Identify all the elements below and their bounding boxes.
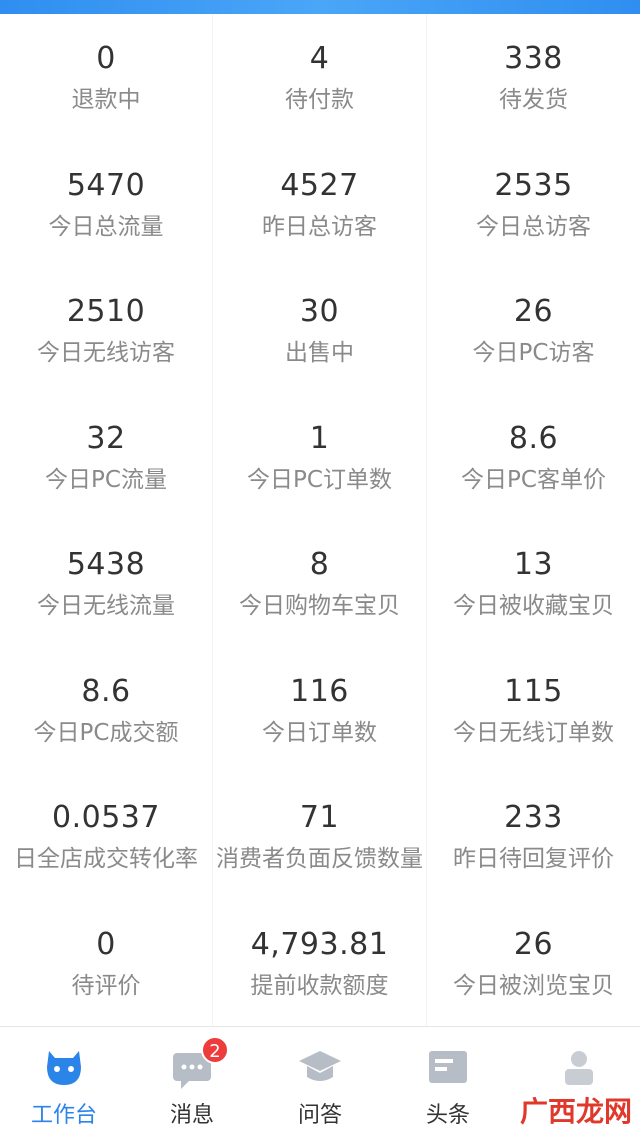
stat-label: 今日无线访客 <box>37 340 175 366</box>
stat-value: 4,793.81 <box>250 926 389 962</box>
stat-today-traffic[interactable]: 5470 今日总流量 <box>0 140 213 267</box>
stat-value: 4527 <box>280 167 359 203</box>
stat-value: 30 <box>299 294 340 329</box>
news-icon <box>425 1045 471 1091</box>
tab-messages[interactable]: 2 消息 <box>128 1027 256 1138</box>
stat-value: 5470 <box>66 167 146 203</box>
stat-label: 昨日待回复评价 <box>453 846 614 872</box>
message-icon: 2 <box>169 1036 229 1091</box>
stat-on-sale[interactable]: 30 出售中 <box>213 267 427 394</box>
stat-yesterday-visitors[interactable]: 4527 昨日总访客 <box>213 140 427 267</box>
stat-label: 今日购物车宝贝 <box>239 593 400 619</box>
stat-label: 待评价 <box>71 972 141 999</box>
stat-yesterday-pending-replies[interactable]: 233 昨日待回复评价 <box>427 773 640 900</box>
stat-value: 32 <box>86 420 126 456</box>
stat-label: 今日订单数 <box>262 719 377 746</box>
stat-value: 0 <box>96 926 116 962</box>
stat-today-wireless-visitors[interactable]: 2510 今日无线访客 <box>0 267 213 394</box>
user-icon <box>553 1045 599 1091</box>
stat-pending-shipment[interactable]: 338 待发货 <box>427 14 640 141</box>
stat-today-cart-items[interactable]: 8 今日购物车宝贝 <box>213 520 427 647</box>
stat-label: 今日PC访客 <box>472 340 595 366</box>
status-bar <box>0 0 640 14</box>
stat-value: 2535 <box>494 167 573 203</box>
stat-today-pc-avg-price[interactable]: 8.6 今日PC客单价 <box>427 394 640 521</box>
stat-today-pc-visitors[interactable]: 26 今日PC访客 <box>427 267 640 394</box>
stat-pending-reviews[interactable]: 0 待评价 <box>0 899 213 1026</box>
stat-today-pc-sales[interactable]: 8.6 今日PC成交额 <box>0 646 213 773</box>
stat-label: 提前收款额度 <box>250 972 389 999</box>
workbench-icon <box>41 1045 87 1091</box>
stat-label: 日全店成交转化率 <box>14 846 198 872</box>
stat-value: 338 <box>504 41 563 76</box>
stat-value: 5438 <box>66 547 146 582</box>
tab-label: 头条 <box>425 1103 470 1128</box>
stat-advance-payment-limit[interactable]: 4,793.81 提前收款额度 <box>213 899 427 1026</box>
stat-label: 今日总流量 <box>48 213 164 240</box>
tab-workbench[interactable]: 工作台 <box>0 1027 128 1138</box>
stat-label: 今日PC客单价 <box>461 466 606 493</box>
stat-value: 1 <box>309 420 330 456</box>
stat-value: 71 <box>299 800 340 835</box>
stat-label: 今日被浏览宝贝 <box>453 972 614 999</box>
stat-label: 出售中 <box>285 340 354 366</box>
stat-value: 26 <box>513 926 554 962</box>
bottom-tab-bar: 工作台 2 消息 问答 头条 广西龙网 <box>0 1026 640 1138</box>
stat-today-viewed-items[interactable]: 26 今日被浏览宝贝 <box>427 900 640 1027</box>
tab-headlines[interactable]: 头条 <box>384 1027 512 1138</box>
stat-value: 2510 <box>66 294 146 329</box>
stat-negative-feedback[interactable]: 71 消费者负面反馈数量 <box>213 773 427 900</box>
stat-value: 115 <box>504 673 563 709</box>
stat-label: 今日总访客 <box>476 213 591 240</box>
graduation-cap-icon <box>297 1045 343 1091</box>
stat-label: 今日PC流量 <box>45 466 167 493</box>
stat-label: 昨日总访客 <box>262 213 377 240</box>
stats-grid: 0 退款中 4 待付款 338 待发货 5470 今日总流量 4527 昨日总访客 253… <box>0 14 640 1026</box>
tab-label: 问答 <box>297 1103 342 1128</box>
stat-label: 退款中 <box>71 87 141 113</box>
stat-label: 待发货 <box>499 87 568 113</box>
stat-today-orders[interactable]: 116 今日订单数 <box>213 646 427 773</box>
stat-today-pc-orders[interactable]: 1 今日PC订单数 <box>213 393 427 520</box>
stat-value: 0.0537 <box>52 800 160 835</box>
stat-value: 13 <box>513 547 554 582</box>
stat-store-conversion-rate[interactable]: 0.0537 日全店成交转化率 <box>0 773 213 900</box>
stat-label: 待付款 <box>285 87 354 113</box>
tab-label: 工作台 <box>30 1103 97 1128</box>
stat-today-visitors[interactable]: 2535 今日总访客 <box>427 141 640 268</box>
watermark: 广西龙网 <box>519 1095 632 1128</box>
stat-label: 今日无线订单数 <box>453 719 614 746</box>
stat-label: 今日PC成交额 <box>33 719 179 746</box>
stat-value: 233 <box>504 800 563 835</box>
unread-badge: 2 <box>201 1036 229 1064</box>
stat-label: 今日无线流量 <box>37 593 175 619</box>
tab-qa[interactable]: 问答 <box>256 1027 384 1138</box>
stat-value: 8.6 <box>508 420 559 456</box>
stat-pending-payment[interactable]: 4 待付款 <box>213 14 427 141</box>
stat-value: 8.6 <box>81 673 131 709</box>
stat-value: 0 <box>96 41 116 76</box>
stat-value: 4 <box>309 41 330 76</box>
tab-label: 消息 <box>169 1103 214 1128</box>
stat-today-pc-traffic[interactable]: 32 今日PC流量 <box>0 393 213 520</box>
stat-today-wireless-orders[interactable]: 115 今日无线订单数 <box>427 647 640 774</box>
stat-label: 今日PC订单数 <box>247 466 392 493</box>
stat-value: 116 <box>290 673 349 709</box>
stat-label: 消费者负面反馈数量 <box>216 846 423 872</box>
stat-label: 今日被收藏宝贝 <box>453 593 614 619</box>
stat-today-favorited-items[interactable]: 13 今日被收藏宝贝 <box>427 520 640 647</box>
stat-today-wireless-traffic[interactable]: 5438 今日无线流量 <box>0 520 213 647</box>
stat-refunding[interactable]: 0 退款中 <box>0 14 213 141</box>
stat-value: 8 <box>309 547 330 582</box>
stat-value: 26 <box>513 294 554 329</box>
